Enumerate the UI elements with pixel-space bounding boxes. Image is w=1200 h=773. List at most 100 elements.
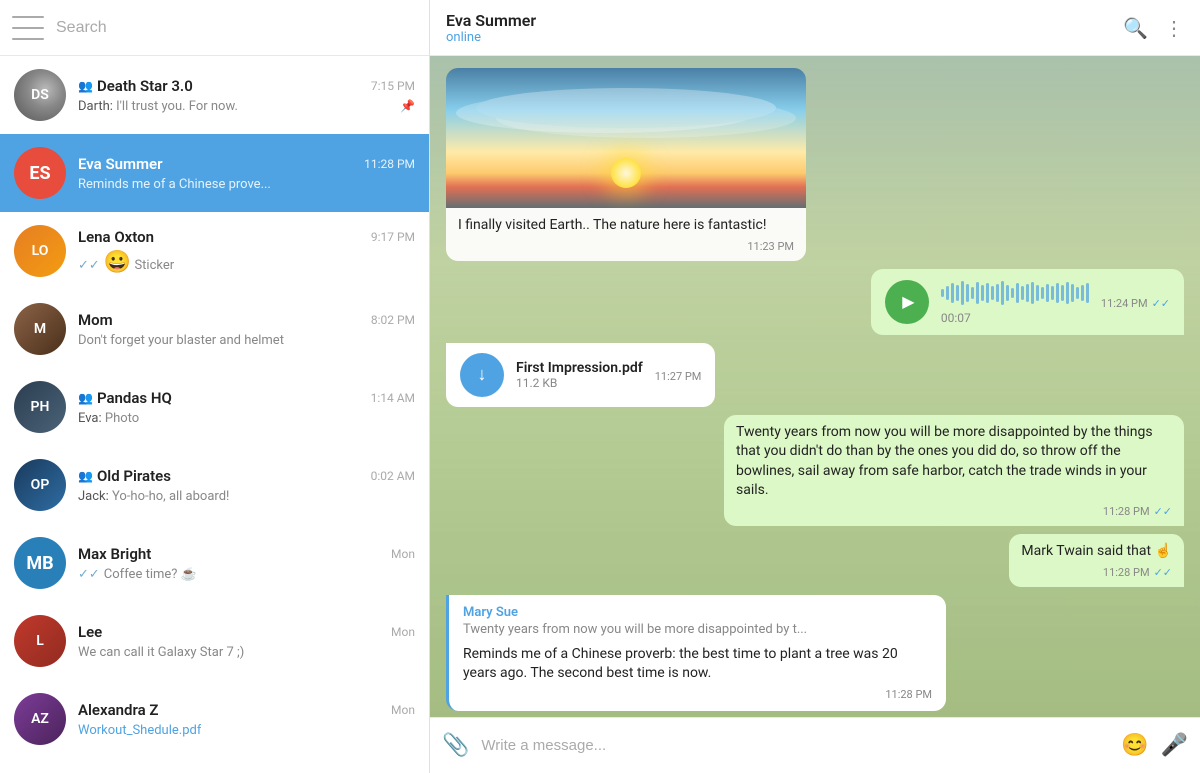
chat-time: 1:14 AM [371, 391, 415, 405]
avatar: M [14, 303, 66, 355]
msg-meta: 11:24 PM ✓✓ [1101, 297, 1170, 310]
chat-list-item[interactable]: PH 👥 Pandas HQ 1:14 AM Eva: Photo [0, 368, 429, 446]
wave-bar [1046, 284, 1049, 302]
avatar: ES [14, 147, 66, 199]
msg-meta: 11:23 PM [458, 240, 794, 253]
message-row: Mark Twain said that ☝ 11:28 PM ✓✓ [446, 534, 1184, 587]
chat-name-wrapper: Eva Summer [78, 155, 356, 173]
chat-info: Lee Mon We can call it Galaxy Star 7 ;) [78, 623, 415, 660]
chat-name: Old Pirates [97, 467, 171, 485]
preview-text: Sticker [134, 258, 174, 273]
chat-time: Mon [391, 547, 415, 561]
avatar: OP [14, 459, 66, 511]
emoji-icon[interactable]: 😊 [1121, 733, 1148, 758]
preview-text: Reminds me of a Chinese prove... [78, 177, 271, 192]
chat-preview-row: Darth: I'll trust you. For now. 📌 [78, 99, 415, 114]
wave-bar [956, 285, 959, 301]
quote-message: Mary Sue Twenty years from now you will … [446, 595, 946, 711]
message-row: Mary Sue Twenty years from now you will … [446, 595, 1184, 711]
chat-list-item[interactable]: L Lee Mon We can call it Galaxy Star 7 ;… [0, 602, 429, 680]
text-message: Twenty years from now you will be more d… [724, 415, 1184, 526]
msg-time: 11:24 PM [1101, 297, 1148, 310]
chat-preview: Don't forget your blaster and helmet [78, 333, 284, 348]
wave-bar [951, 283, 954, 303]
message-row: Twenty years from now you will be more d… [446, 415, 1184, 526]
chat-preview: ✓✓Coffee time? ☕ [78, 567, 197, 582]
chat-name-row: Lee Mon [78, 623, 415, 641]
attach-icon[interactable]: 📎 [442, 733, 469, 758]
msg-meta: 11:28 PM [463, 688, 932, 701]
search-bar [0, 0, 429, 56]
chat-info: 👥 Pandas HQ 1:14 AM Eva: Photo [78, 389, 415, 426]
wave-bar [1021, 286, 1024, 300]
chat-list-item[interactable]: LO Lena Oxton 9:17 PM ✓✓😀 Sticker [0, 212, 429, 290]
chat-name-wrapper: Mom [78, 311, 363, 329]
file-message: ↓ First Impression.pdf 11.2 KB 11:27 PM [446, 343, 715, 407]
download-button[interactable]: ↓ [460, 353, 504, 397]
message-input[interactable] [481, 737, 1109, 754]
chat-preview-row: Workout_Shedule.pdf [78, 723, 415, 738]
chat-name-wrapper: 👥 Pandas HQ [78, 389, 363, 407]
chat-name: Death Star 3.0 [97, 77, 193, 95]
chat-preview: Reminds me of a Chinese prove... [78, 177, 271, 192]
image-caption-bubble: I finally visited Earth.. The nature her… [446, 208, 806, 261]
chat-preview-row: Reminds me of a Chinese prove... [78, 177, 415, 192]
avatar: DS [14, 69, 66, 121]
wave-bar [1086, 283, 1089, 303]
avatar: L [14, 615, 66, 667]
chat-list-item[interactable]: DS 👥 Death Star 3.0 7:15 PM Darth: I'll … [0, 56, 429, 134]
msg-time: 11:28 PM [885, 688, 932, 701]
wave-bar [986, 283, 989, 303]
wave-bar [1031, 282, 1034, 304]
chat-list: DS 👥 Death Star 3.0 7:15 PM Darth: I'll … [0, 56, 429, 773]
chat-time: Mon [391, 703, 415, 717]
chat-list-item[interactable]: ES Eva Summer 11:28 PM Reminds me of a C… [0, 134, 429, 212]
chat-preview: We can call it Galaxy Star 7 ;) [78, 645, 244, 660]
wave-bar [981, 285, 984, 301]
chat-info: Eva Summer 11:28 PM Reminds me of a Chin… [78, 155, 415, 192]
chat-name-wrapper: Lee [78, 623, 383, 641]
chat-info: 👥 Old Pirates 0:02 AM Jack: Yo-ho-ho, al… [78, 467, 415, 504]
chat-header-status: online [446, 30, 1123, 45]
messages-content: I finally visited Earth.. The nature her… [446, 68, 1184, 713]
preview-sender: Jack: [78, 489, 112, 504]
wave-bar [1006, 285, 1009, 301]
preview-sender: Darth: [78, 99, 116, 114]
right-panel: Eva Summer online 🔍 ⋮ I finally visited … [430, 0, 1200, 773]
search-icon[interactable]: 🔍 [1123, 16, 1148, 40]
chat-time: 7:15 PM [371, 79, 415, 93]
chat-info: Mom 8:02 PM Don't forget your blaster an… [78, 311, 415, 348]
message-text: Mark Twain said that ☝ [1021, 542, 1172, 562]
avatar: MB [14, 537, 66, 589]
play-button[interactable] [885, 280, 929, 324]
preview-sender: Eva: [78, 411, 105, 426]
chat-time: 8:02 PM [371, 313, 415, 327]
file-name: First Impression.pdf [516, 360, 643, 376]
more-options-icon[interactable]: ⋮ [1164, 16, 1184, 40]
wave-bar [1036, 285, 1039, 301]
avatar: PH [14, 381, 66, 433]
chat-name: Mom [78, 311, 113, 329]
wave-bar [996, 284, 999, 302]
wave-bar [1056, 283, 1059, 303]
wave-bar [1041, 287, 1044, 299]
chat-list-item[interactable]: M Mom 8:02 PM Don't forget your blaster … [0, 290, 429, 368]
menu-icon[interactable] [12, 16, 44, 40]
msg-time: 11:28 PM [1103, 505, 1150, 518]
wave-bar [971, 287, 974, 299]
search-input[interactable] [56, 19, 417, 37]
chat-list-item[interactable]: MB Max Bright Mon ✓✓Coffee time? ☕ [0, 524, 429, 602]
wave-bar [1076, 287, 1079, 299]
chat-list-item[interactable]: AZ Alexandra Z Mon Workout_Shedule.pdf [0, 680, 429, 758]
preview-text: We can call it Galaxy Star 7 ;) [78, 645, 244, 660]
sticker-preview: 😀 [104, 250, 131, 275]
msg-time: 11:27 PM [655, 370, 702, 383]
chat-list-item[interactable]: OP 👥 Old Pirates 0:02 AM Jack: Yo-ho-ho,… [0, 446, 429, 524]
header-actions: 🔍 ⋮ [1123, 16, 1184, 40]
chat-name-wrapper: 👥 Death Star 3.0 [78, 77, 363, 95]
msg-time: 11:23 PM [747, 240, 794, 253]
input-area: 📎 😊 🎤 [430, 717, 1200, 773]
chat-name-row: 👥 Death Star 3.0 7:15 PM [78, 77, 415, 95]
microphone-icon[interactable]: 🎤 [1161, 733, 1188, 758]
wave-bar [1061, 285, 1064, 301]
